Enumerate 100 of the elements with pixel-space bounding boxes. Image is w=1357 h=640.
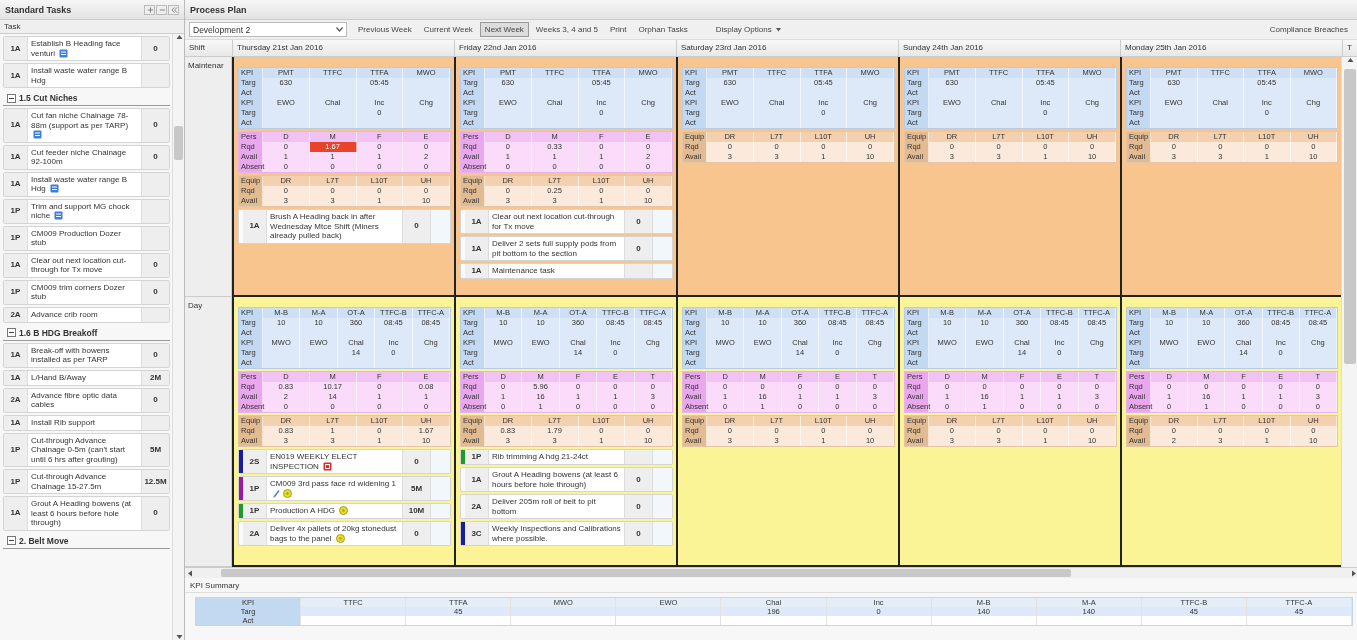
task-name: Brush A Heading back in after Wednesday Mtce Shift (Miners already pulled back) [267, 210, 402, 243]
toolbar-button[interactable]: Next Week [479, 22, 529, 37]
task-card[interactable]: 1A Brush A Heading back in after Wednesday Mtce Shift (Miners already pulled back) 0 [238, 209, 451, 244]
toolbar-button[interactable]: Current Week [418, 22, 478, 37]
task-code: 2S [243, 450, 267, 473]
alert-icon[interactable] [323, 461, 333, 471]
task-card[interactable]: 1A Install waste water range B Hdg [3, 171, 170, 197]
toolbar-button[interactable]: Print [604, 22, 632, 37]
quantity-cell [624, 450, 652, 464]
task-card[interactable]: 1P Cut-through Advance Chainage 0-5m (can't start until 6 hrs after grouting) 5M [3, 432, 170, 467]
task-card[interactable]: 2A Deliver 205m roll of belt to pit bottom 0 [460, 494, 673, 519]
task-card[interactable]: 1P Rib trimming A hdg 21-24ct [460, 449, 673, 465]
column-header: Saturday 23rd Jan 2016 [676, 40, 898, 56]
task-name: Grout A Heading bowens (at least 6 hours before hole through) [28, 497, 141, 530]
collapse-icon[interactable] [7, 328, 16, 337]
caret-icon [775, 27, 781, 32]
toolbar-button[interactable]: Orphan Tasks [633, 22, 693, 37]
task-card[interactable]: 1A Maintenance task [460, 263, 673, 279]
task-name: Break-off with bowens installed as per TARP [28, 343, 141, 367]
expand-button[interactable] [144, 4, 155, 15]
collapse-panel-button[interactable] [168, 4, 179, 15]
scrollbar-thumb[interactable] [174, 126, 183, 160]
task-code: 1P [243, 477, 267, 500]
toolbar-button[interactable]: Weeks 3, 4 and 5 [530, 22, 603, 37]
task-code: 1A [4, 343, 28, 367]
task-quantity: 0 [141, 343, 169, 367]
pending-icon[interactable] [339, 506, 349, 516]
collapse-icon[interactable] [7, 536, 16, 545]
plus-icon [147, 5, 154, 14]
quantity-cell [141, 415, 169, 430]
collapse-icon[interactable] [7, 93, 16, 103]
task-code: 1A [4, 370, 28, 385]
quantity-cell [141, 172, 169, 196]
task-card[interactable]: 3C Weekly Inspections and Calibrations where possible. 0 [460, 521, 673, 546]
task-name: Cut feeder niche Chainage 92-100m [28, 145, 141, 169]
group-header[interactable]: 1.5 Cut Niches [19, 93, 78, 103]
task-card[interactable]: 2A Deliver 4x pallets of 20kg stonedust bags to the panel 0 [238, 521, 451, 546]
unit-select[interactable]: Development 2 [189, 22, 347, 37]
task-quantity: 0 [624, 468, 652, 491]
task-name: Cut-through Advance Chainage 15-27.5m [28, 470, 141, 493]
blank-cell [430, 450, 450, 473]
task-code: 1A [4, 145, 28, 169]
task-code: 1P [4, 199, 28, 223]
task-card[interactable]: 1P Production A HDG 10M [238, 503, 451, 519]
note-icon[interactable] [59, 48, 69, 58]
task-card[interactable]: 1P CM009 3rd pass face rd widening 1 5M [238, 476, 451, 501]
task-name: Clear out next location cut-through for Tx move [489, 210, 624, 233]
task-card[interactable]: 1P Trim and support MG chock niche [3, 198, 170, 224]
task-card[interactable]: 1A Deliver 2 sets full supply pods from pit bottom to the section 0 [460, 236, 673, 261]
task-card[interactable]: 1A Clear out next location cut-through for Tx move 0 [460, 209, 673, 234]
task-card[interactable]: 1P CM009 Production Dozer stub [3, 225, 170, 251]
note-icon[interactable] [54, 211, 64, 221]
task-card[interactable]: 1A Install waste water range B Hdg [3, 63, 170, 88]
task-name: CM009 3rd pass face rd widening 1 [267, 477, 402, 500]
display-options-button[interactable]: Display Options [710, 22, 786, 37]
scrollbar-thumb[interactable] [1343, 69, 1356, 364]
scroll-down-icon[interactable] [176, 634, 183, 640]
task-quantity: 0 [402, 450, 430, 473]
quantity-cell [141, 226, 169, 250]
task-card[interactable]: 1A Cut feeder niche Chainage 92-100m 0 [3, 144, 170, 170]
scrollbar-thumb[interactable] [221, 569, 1071, 577]
task-name: Cut-through Advance Chainage 0-5m (can't start until 6 hrs after grouting) [28, 433, 141, 466]
shift-name: Day [185, 297, 232, 567]
task-card[interactable]: 1A Install Rib support [3, 414, 170, 431]
task-card[interactable]: 1A L/Hand B/Away 2M [3, 369, 170, 386]
task-card[interactable]: 2S EN019 WEEKLY ELECT INSPECTION 0 [238, 449, 451, 474]
pending-icon[interactable] [283, 488, 292, 498]
attachment-icon[interactable] [272, 488, 281, 498]
scroll-right-icon[interactable] [1351, 569, 1357, 577]
panel-title: Process Plan [190, 4, 247, 15]
blank-cell [430, 210, 450, 243]
blank-cell [430, 504, 450, 518]
task-card[interactable]: 1A Establish B Heading face venturi 0 [3, 36, 170, 61]
task-card[interactable]: 1A Break-off with bowens installed as per TARP 0 [3, 342, 170, 368]
compliance-button[interactable]: Compliance Breaches [1264, 22, 1353, 37]
task-code: 1A [4, 497, 28, 530]
group-header[interactable]: 2. Belt Move [19, 535, 69, 546]
task-card[interactable]: 1A Grout A Heading bowens (at least 6 hours before hole through) 0 [3, 496, 170, 531]
scrollbar[interactable] [172, 34, 184, 640]
task-card[interactable]: 1A Grout A Heading bowens (at least 6 hours before hole through) 0 [460, 467, 673, 492]
task-code: 1P [4, 226, 28, 250]
scrollbar[interactable] [185, 567, 1357, 578]
task-quantity: 0 [624, 210, 652, 233]
task-card[interactable]: 1P Cut-through Advance Chainage 15-27.5m 12.5M [3, 469, 170, 494]
task-card[interactable]: 1A Cut fan niche Chainage 78-88m (support as per TARP) 0 [3, 108, 170, 143]
group-header[interactable]: 1.6 B HDG Breakoff [19, 327, 98, 338]
toolbar-button[interactable]: Previous Week [353, 22, 417, 37]
note-icon[interactable] [49, 184, 59, 194]
task-card[interactable]: 2A Advance crib room [3, 306, 170, 323]
shift-name: Maintenar [185, 57, 232, 297]
pending-icon[interactable] [335, 533, 345, 543]
scroll-left-icon[interactable] [187, 569, 193, 577]
task-code: 1P [4, 280, 28, 304]
note-icon[interactable] [33, 130, 42, 140]
scrollbar[interactable] [1341, 57, 1357, 567]
task-name: Deliver 205m roll of belt to pit bottom [489, 495, 624, 518]
task-card[interactable]: 2A Advance fibre optic data cables 0 [3, 387, 170, 413]
task-card[interactable]: 1P CM009 trim corners Dozer stub 0 [3, 279, 170, 305]
task-code: 1A [4, 415, 28, 430]
task-card[interactable]: 1A Clear out next location cut-through for Tx move 0 [3, 252, 170, 278]
